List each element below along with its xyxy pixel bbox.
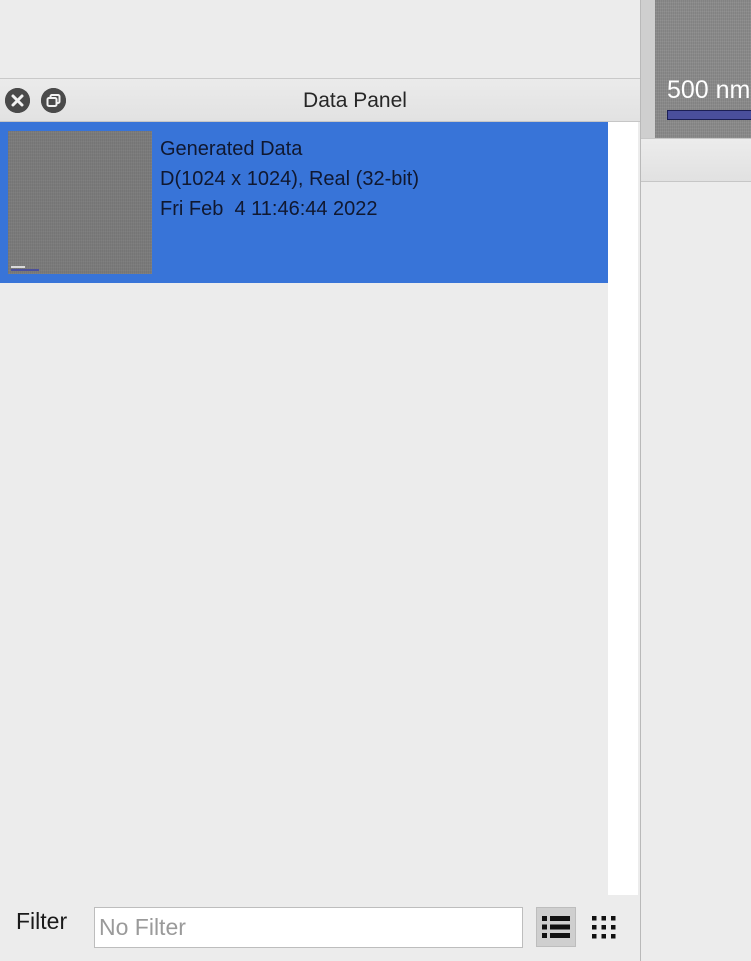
grid-view-icon[interactable] xyxy=(584,907,624,947)
item-timestamp: Fri Feb 4 11:46:44 2022 xyxy=(160,198,378,220)
item-dimensions: D(1024 x 1024), Real (32-bit) xyxy=(160,168,420,190)
item-name: Generated Data xyxy=(160,138,303,160)
panel-footer: Filter xyxy=(0,895,640,961)
list-view-icon[interactable] xyxy=(536,907,576,947)
data-panel: Data Panel Generated Data D(1024 x 1024)… xyxy=(0,78,640,961)
top-empty-area xyxy=(0,0,640,78)
list-item[interactable]: Generated Data D(1024 x 1024), Real (32-… xyxy=(0,122,608,283)
vertical-scrollbar[interactable] xyxy=(608,122,638,895)
viewer-border xyxy=(641,0,655,138)
image-viewer-pane: 500 nm xyxy=(640,0,751,961)
scale-bar xyxy=(667,110,751,120)
scale-bar-label: 500 nm xyxy=(667,76,751,104)
data-thumbnail xyxy=(8,131,152,274)
data-list: Generated Data D(1024 x 1024), Real (32-… xyxy=(0,122,608,895)
thumbnail-scale-bar xyxy=(11,269,39,271)
thumbnail-scale-label xyxy=(11,266,25,268)
panel-title: Data Panel xyxy=(303,89,407,112)
filter-input[interactable] xyxy=(94,907,523,948)
filter-label: Filter xyxy=(16,908,68,934)
application-window: Data Panel Generated Data D(1024 x 1024)… xyxy=(0,0,751,961)
item-details: Generated Data D(1024 x 1024), Real (32-… xyxy=(160,134,419,224)
panel-titlebar: Data Panel xyxy=(0,78,640,122)
viewer-toolbar xyxy=(641,138,751,182)
